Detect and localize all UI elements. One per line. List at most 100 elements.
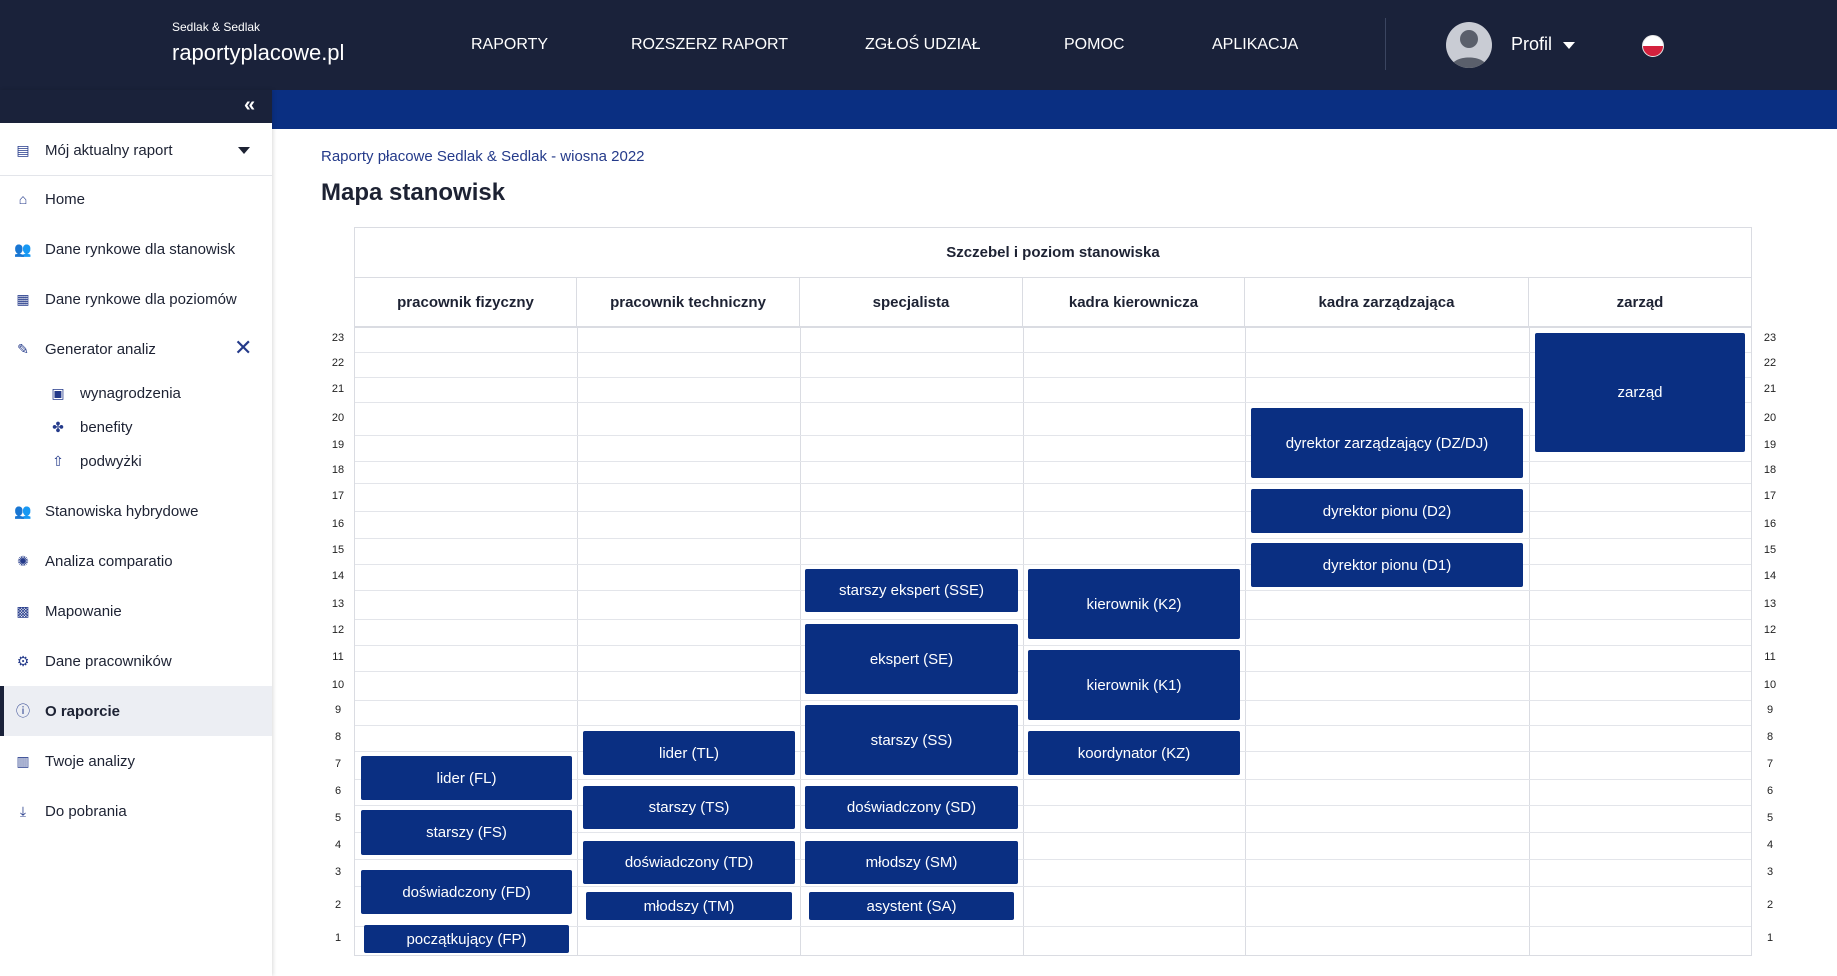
row-divider [355,645,1751,646]
brand-subtitle: Sedlak & Sedlak [172,20,261,34]
row-divider [355,564,1751,565]
position-fp[interactable]: początkujący (FP) [364,925,569,953]
position-sd[interactable]: doświadczony (SD) [805,786,1018,829]
position-ss[interactable]: starszy (SS) [805,705,1018,775]
sidebar-item-wynagrodzenia[interactable]: ▣ wynagrodzenia [0,376,272,410]
nav-rozszerz-raport[interactable]: ROZSZERZ RAPORT [631,36,788,54]
row-divider [355,461,1751,462]
sidebar-item-label: Stanowiska hybrydowe [45,502,199,520]
close-icon[interactable]: ✕ [234,335,252,361]
sidebar-item-label: Dane pracowników [45,652,172,670]
position-kz[interactable]: koordynator (KZ) [1028,731,1240,775]
sidebar-item-label: Dane rynkowe dla poziomów [45,290,237,308]
brand-logo[interactable]: raportyplacowe.pl [172,40,344,66]
position-zarzad[interactable]: zarząd [1535,333,1745,452]
position-sse[interactable]: starszy ekspert (SSE) [805,569,1018,612]
position-se[interactable]: ekspert (SE) [805,624,1018,694]
flag-pl-icon[interactable] [1642,35,1664,57]
position-sm[interactable]: młodszy (SM) [805,841,1018,884]
column-header: specjalista [800,278,1023,328]
collapse-sidebar-icon[interactable]: « [244,94,255,117]
sidebar-item-comparatio[interactable]: ✺ Analiza comparatio [0,536,272,586]
bulb-icon: ✺ [17,552,29,569]
level-label: 21 [331,383,345,395]
chevron-down-icon[interactable] [238,147,250,154]
level-label: 2 [334,899,342,911]
sidebar-item-label: Analiza comparatio [45,552,173,570]
position-td[interactable]: doświadczony (TD) [583,841,795,884]
sidebar-item-mapowanie[interactable]: ▩ Mapowanie [0,586,272,636]
level-label: 5 [334,812,342,824]
sidebar-item-downloads[interactable]: ⤓ Do pobrania [0,786,272,836]
position-d1[interactable]: dyrektor pionu (D1) [1251,543,1523,587]
avatar[interactable] [1446,22,1492,68]
level-label: 19 [331,439,345,451]
sidebar-item-current-report[interactable]: ▤ Mój aktualny raport [0,125,272,175]
grid-title: Szczebel i poziom stanowiska [355,228,1751,278]
sidebar-item-podwyzki[interactable]: ⇧ podwyżki [0,444,272,478]
sidebar-item-market-positions[interactable]: 👥 Dane rynkowe dla stanowisk [0,224,272,274]
sidebar-item-label: Do pobrania [45,802,127,820]
level-label: 18 [1763,464,1777,476]
position-tm[interactable]: młodszy (TM) [586,892,792,920]
nav-pomoc[interactable]: POMOC [1064,36,1124,54]
position-d2[interactable]: dyrektor pionu (D2) [1251,489,1523,533]
sidebar-item-home[interactable]: ⌂ Home [0,174,272,224]
home-icon: ⌂ [18,191,28,207]
sidebar-item-about-report[interactable]: ⓘ O raporcie [0,686,272,736]
level-label: 22 [1763,357,1777,369]
sidebar-item-label: wynagrodzenia [80,384,181,402]
sidebar-item-employee-data[interactable]: ⚙ Dane pracowników [0,636,272,686]
row-divider [355,725,1751,726]
nav-aplikacja[interactable]: APLIKACJA [1212,36,1298,54]
position-dz-dj[interactable]: dyrektor zarządzający (DZ/DJ) [1251,408,1523,478]
sidebar-item-your-analyses[interactable]: ▥ Twoje analizy [0,736,272,786]
profile-menu[interactable]: Profil [1511,34,1552,55]
level-label: 7 [334,758,342,770]
breadcrumb[interactable]: Raporty płacowe Sedlak & Sedlak - wiosna… [321,148,645,165]
level-label: 17 [1763,490,1777,502]
sidebar-item-label: podwyżki [80,452,142,470]
level-label: 12 [1763,624,1777,636]
column-header: zarząd [1529,278,1751,328]
level-label: 2 [1766,899,1774,911]
position-fl[interactable]: lider (FL) [361,756,572,800]
sidebar-item-analysis-generator[interactable]: ✎ Generator analiz ✕ [0,324,272,374]
level-label: 8 [334,731,342,743]
level-label: 7 [1766,758,1774,770]
level-label: 4 [1766,839,1774,851]
position-ts[interactable]: starszy (TS) [583,786,795,829]
level-label: 3 [1766,866,1774,878]
position-sa[interactable]: asystent (SA) [809,892,1014,920]
position-k1[interactable]: kierownik (K1) [1028,650,1240,720]
sidebar-item-label: Home [45,190,86,208]
position-tl[interactable]: lider (TL) [583,731,795,775]
position-fs[interactable]: starszy (FS) [361,810,572,855]
nav-zglos-udzial[interactable]: ZGŁOŚ UDZIAŁ [865,36,981,54]
level-label: 13 [1763,598,1777,610]
column-header: kadra kierownicza [1023,278,1245,328]
sidebar-item-label: Dane rynkowe dla stanowisk [45,240,236,258]
sidebar: « ▤ Mój aktualny raport ⌂ Home 👥 Dane ry… [0,90,272,976]
sidebar-item-benefity[interactable]: ✤ benefity [0,410,272,444]
level-label: 23 [1763,332,1777,344]
chevron-down-icon[interactable] [1563,42,1575,49]
column-header: pracownik techniczny [577,278,800,328]
position-k2[interactable]: kierownik (K2) [1028,569,1240,639]
sidebar-item-hybrid-positions[interactable]: 👥 Stanowiska hybrydowe [0,486,272,536]
report-icon: ▤ [16,141,30,158]
position-map-grid: Szczebel i poziom stanowiska pracownik f… [354,227,1752,956]
level-label: 12 [331,624,345,636]
sidebar-item-market-levels[interactable]: ▦ Dane rynkowe dla poziomów [0,274,272,324]
level-label: 6 [1766,785,1774,797]
level-label: 11 [332,651,344,663]
position-fd[interactable]: doświadczony (FD) [361,870,572,914]
page-title: Mapa stanowisk [321,179,506,206]
level-label: 21 [1763,383,1777,395]
nav-raporty[interactable]: RAPORTY [471,36,548,54]
level-label: 6 [334,785,342,797]
document-icon: ▦ [16,290,30,307]
row-divider [355,483,1751,484]
people-icon: 👥 [14,240,32,257]
people-icon: 👥 [14,502,32,519]
